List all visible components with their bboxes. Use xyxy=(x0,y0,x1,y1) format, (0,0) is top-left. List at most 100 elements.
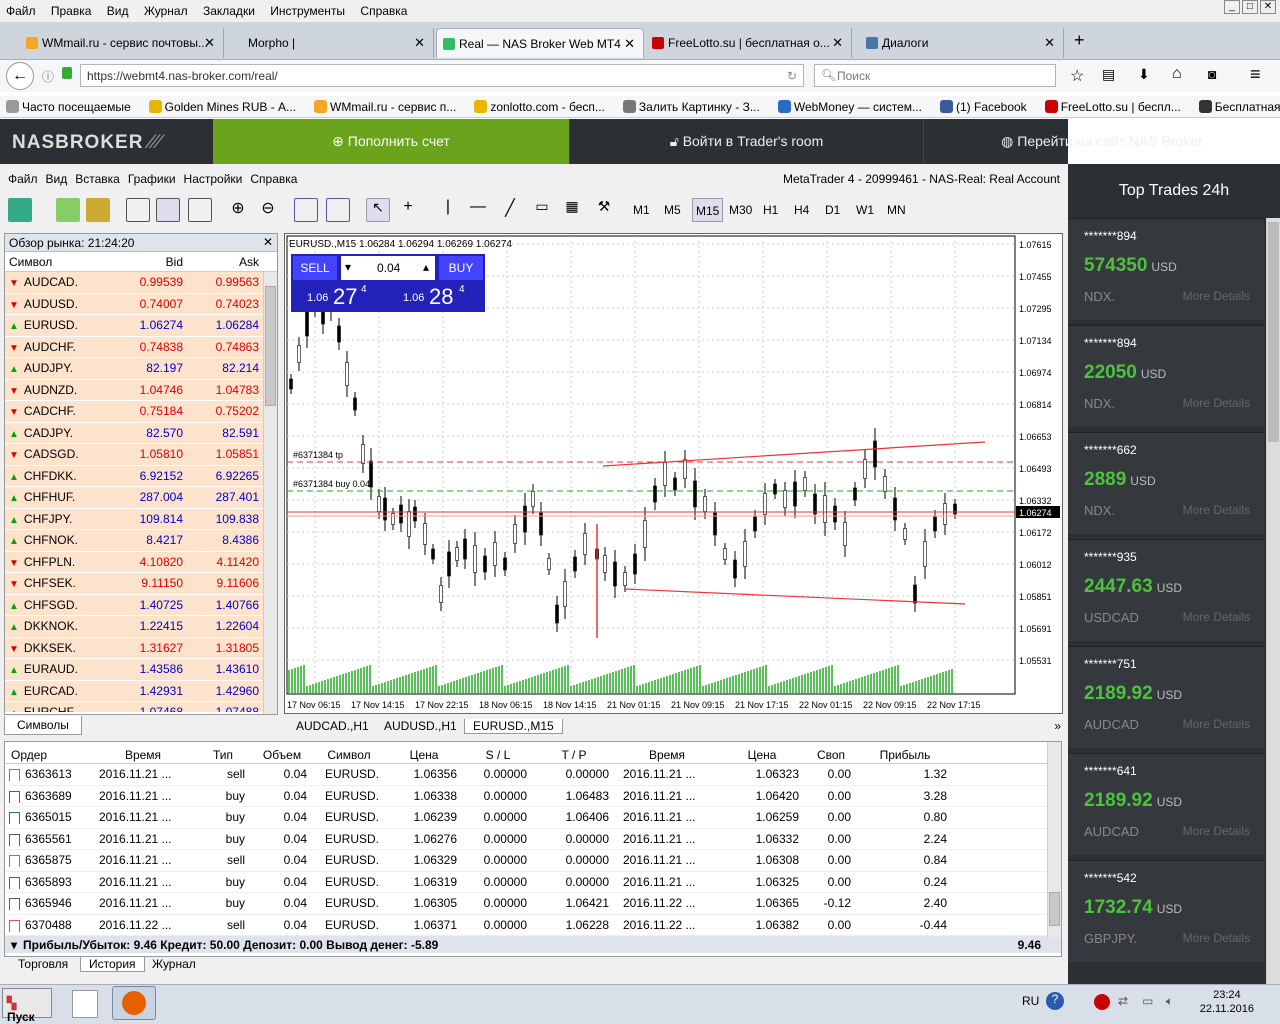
market-watch-row[interactable]: ▲ CHFSGD. 1.40725 1.40766 xyxy=(5,594,263,616)
objects-icon[interactable]: ⚒ xyxy=(592,198,616,222)
orders-col-header[interactable]: Цена xyxy=(385,748,463,763)
language-indicator[interactable]: RU xyxy=(1022,994,1039,1008)
orders-col-header[interactable]: Цена xyxy=(719,748,805,763)
start-button[interactable]: ▚ Пуск xyxy=(2,988,52,1024)
more-details-link[interactable]: More Details xyxy=(1183,610,1250,624)
mt4-menu-item[interactable]: Настройки xyxy=(184,172,243,186)
star-icon[interactable]: ☆ xyxy=(1070,66,1084,86)
market-watch-row[interactable]: ▲ EURCHF. 1.074681.07488 xyxy=(5,702,263,712)
timeframe-m15[interactable]: M15 xyxy=(692,198,724,222)
orders-col-header[interactable]: T / P xyxy=(533,748,615,763)
chart-shift-icon[interactable] xyxy=(326,198,350,222)
scroll-thumb[interactable] xyxy=(1049,892,1060,926)
close-tab-icon[interactable]: ✕ xyxy=(624,36,635,52)
deposit-button[interactable]: ⊕ Пополнить счет xyxy=(213,119,569,164)
trade-card[interactable]: *******542 1732.74 USD GBPJPY. More Details xyxy=(1068,860,1264,962)
more-details-link[interactable]: More Details xyxy=(1183,503,1250,517)
trendline-icon[interactable]: ╱ xyxy=(498,198,522,222)
sell-price[interactable]: 1.06 27 4 xyxy=(293,282,385,310)
collapse-icon[interactable]: ▾ xyxy=(5,938,17,952)
market-watch-row[interactable]: ▼ AUDUSD. 0.74007 0.74023 xyxy=(5,293,263,315)
close-icon[interactable]: ✕ xyxy=(1260,0,1276,14)
chart-tab[interactable]: AUDUSD.,H1 xyxy=(384,719,457,733)
pocket-icon[interactable]: ◙ xyxy=(1208,66,1216,82)
close-tab-icon[interactable]: ✕ xyxy=(832,35,843,51)
trade-card[interactable]: *******662 2889 USD NDX. More Details xyxy=(1068,432,1264,534)
top-trades-scrollbar[interactable] xyxy=(1266,218,1280,984)
lot-down-icon[interactable]: ▾ xyxy=(345,260,351,274)
market-watch-row[interactable]: ▲ CHFNOK. 8.4217 8.4386 xyxy=(5,530,263,552)
market-watch-row[interactable]: ▲ EURCAD. 1.42931 1.42960 xyxy=(5,680,263,702)
maximize-icon[interactable]: □ xyxy=(1242,0,1258,14)
orders-col-header[interactable]: Прибыль xyxy=(857,748,953,763)
lot-up-icon[interactable]: ▴ xyxy=(423,260,429,274)
home-icon[interactable]: ⌂ xyxy=(1172,65,1182,83)
antivirus-icon[interactable] xyxy=(1094,994,1110,1010)
market-watch-row[interactable]: ▼ AUDCAD. 0.99539 0.99563 xyxy=(5,272,263,294)
more-details-link[interactable]: More Details xyxy=(1183,931,1250,945)
trade-card[interactable]: *******935 2447.63 USD USDCAD More Details xyxy=(1068,539,1264,641)
menu-tools[interactable]: Инструменты xyxy=(264,0,351,22)
tab-trade[interactable]: Торговля xyxy=(18,957,68,971)
market-watch-row[interactable]: ▼ DKKSEK. 1.31627 1.31805 xyxy=(5,637,263,659)
menu-help[interactable]: Справка xyxy=(354,0,413,22)
timeframe-d1[interactable]: D1 xyxy=(822,198,843,222)
market-watch-row[interactable]: ▲ AUDJPY. 82.197 82.214 xyxy=(5,358,263,380)
market-watch-row[interactable]: ▼ AUDCHF. 0.74838 0.74863 xyxy=(5,336,263,358)
back-icon[interactable]: ← xyxy=(6,62,34,90)
download-icon[interactable]: ⬇ xyxy=(1138,66,1150,83)
orders-scrollbar[interactable] xyxy=(1047,742,1061,938)
horizontal-line-icon[interactable]: — xyxy=(466,198,490,222)
orders-col-header[interactable]: Тип xyxy=(195,748,251,763)
menu-edit[interactable]: Правка xyxy=(45,0,98,22)
col-symbol[interactable]: Символ xyxy=(5,255,121,271)
clock[interactable]: 23:24 22.11.2016 xyxy=(1200,988,1254,1016)
orders-col-header[interactable]: Время xyxy=(615,748,719,763)
buy-button[interactable]: BUY xyxy=(439,256,483,280)
timeframe-h1[interactable]: H1 xyxy=(760,198,781,222)
new-chart-icon[interactable] xyxy=(8,198,32,222)
minimize-icon[interactable]: _ xyxy=(1224,0,1240,14)
scroll-thumb[interactable] xyxy=(265,286,276,406)
more-details-link[interactable]: More Details xyxy=(1183,396,1250,410)
firefox-taskbar-button[interactable] xyxy=(112,986,156,1020)
order-row[interactable]: 6365875 2016.11.21 ... sell 0.04 EURUSD. 1.06… xyxy=(5,850,1061,872)
tab-history[interactable]: История xyxy=(80,957,145,972)
market-watch-row[interactable]: ▲ CADJPY. 82.570 82.591 xyxy=(5,422,263,444)
bookmark-item[interactable]: zonlotto.com - бесп... xyxy=(468,96,611,114)
market-watch-row[interactable]: ▲ DKKNOK. 1.22415 1.22604 xyxy=(5,616,263,638)
menu-bookmarks[interactable]: Закладки xyxy=(197,0,261,22)
orders-col-header[interactable]: Ордер xyxy=(5,748,91,763)
url-bar[interactable]: https://webmt4.nas-broker.com/real/ ↻ xyxy=(80,64,804,87)
market-watch-icon[interactable] xyxy=(86,198,110,222)
chart-tab-active[interactable]: EURUSD.,M15 xyxy=(464,719,563,734)
browser-tab[interactable]: Morpho | ✕ xyxy=(226,28,434,58)
market-watch-row[interactable]: ▲ CHFHUF. 287.004 287.401 xyxy=(5,487,263,509)
bookmark-item[interactable]: Golden Mines RUB - А... xyxy=(143,96,302,114)
order-row[interactable]: 6365946 2016.11.21 ... buy 0.04 EURUSD. 1.063… xyxy=(5,893,1061,915)
hamburger-menu-icon[interactable]: ≡ xyxy=(1250,64,1261,85)
timeframe-w1[interactable]: W1 xyxy=(853,198,877,222)
market-watch-row[interactable]: ▲ EURAUD. 1.43586 1.43610 xyxy=(5,659,263,681)
profiles-icon[interactable] xyxy=(56,198,80,222)
more-details-link[interactable]: More Details xyxy=(1183,824,1250,838)
bookmark-item[interactable]: Залить Картинку - З... xyxy=(617,96,766,114)
autoscroll-icon[interactable] xyxy=(294,198,318,222)
network-icon[interactable]: ⇄ xyxy=(1118,994,1128,1008)
market-watch-row[interactable]: ▲ CHFDKK. 6.92152 6.92265 xyxy=(5,465,263,487)
line-chart-icon[interactable] xyxy=(188,198,212,222)
chart-tabs-scroll-icon[interactable]: » xyxy=(1054,719,1061,733)
mt4-menu-item[interactable]: Вид xyxy=(46,172,68,186)
goto-site-button[interactable]: ◍ Перейти на сайт NAS Broker xyxy=(923,119,1280,164)
bar-chart-icon[interactable] xyxy=(126,198,150,222)
market-watch-scrollbar[interactable] xyxy=(263,272,277,714)
vertical-line-icon[interactable]: | xyxy=(436,198,460,222)
new-tab-icon[interactable]: + xyxy=(1074,30,1085,51)
market-watch-row[interactable]: ▲ CHFJPY. 109.814 109.838 xyxy=(5,508,263,530)
lot-size-input[interactable]: ▾ 0.04 ▴ xyxy=(341,256,435,280)
browser-tab[interactable]: FreeLotto.su | бесплатная о... ✕ xyxy=(646,28,852,58)
orders-col-header[interactable]: Объем xyxy=(251,748,313,763)
orders-col-header[interactable]: Символ xyxy=(313,748,385,763)
scroll-thumb[interactable] xyxy=(1268,222,1279,442)
reading-list-icon[interactable]: ▤ xyxy=(1102,66,1115,83)
